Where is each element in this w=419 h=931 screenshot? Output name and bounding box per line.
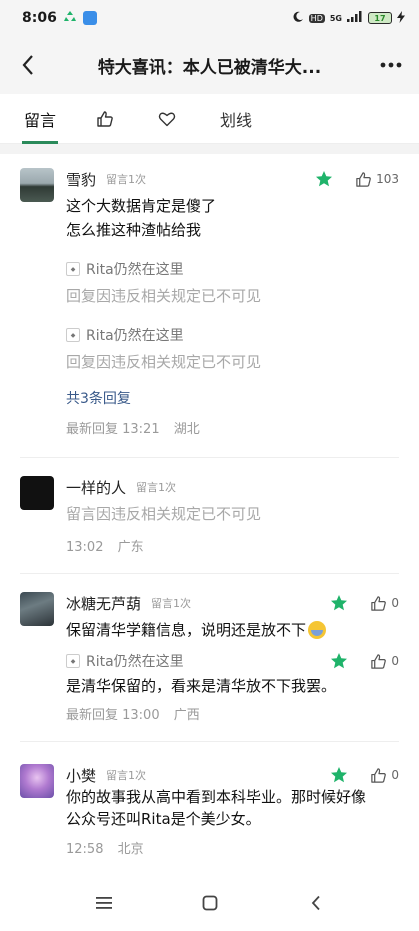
charging-icon: [397, 10, 405, 26]
like-icon[interactable]: [370, 595, 387, 612]
commenter-name[interactable]: 冰糖无芦葫: [66, 593, 141, 614]
page-title: 特大喜讯：本人已被清华大...: [97, 57, 322, 78]
comment-item: 冰糖无芦葫 留言1次 0 保留清华学籍信息，说明还是放不下 ◆ Rita仍然在这…: [0, 574, 419, 742]
hamburger-icon: [95, 897, 112, 909]
comment-count-tag: 留言1次: [106, 769, 147, 782]
home-button[interactable]: [195, 888, 225, 918]
like-icon[interactable]: [370, 767, 387, 784]
more-options-button[interactable]: [379, 62, 403, 68]
tab-highlight[interactable]: 划线: [220, 94, 252, 144]
heart-icon: [158, 112, 176, 126]
comment-location: 广西: [173, 708, 200, 723]
comment-item: 小樊 留言1次 0 你的故事我从高中看到本科毕业。那时候好像 公众号还叫Rita…: [0, 742, 419, 857]
comment-location: 湖北: [173, 422, 200, 437]
network-label: 5G: [329, 13, 342, 23]
avatar[interactable]: [20, 592, 54, 626]
star-icon[interactable]: [330, 652, 348, 670]
moon-icon: [292, 11, 304, 26]
commenter-name[interactable]: 一样的人: [66, 477, 126, 498]
comment-line: 这个大数据肯定是傻了: [66, 197, 217, 215]
comment-location: 北京: [117, 842, 144, 857]
comment-text: 你的故事我从高中看到本科毕业。那时候好像 公众号还叫Rita是个美少女。: [66, 786, 399, 830]
system-back-button[interactable]: [301, 888, 331, 918]
comment-count-tag: 留言1次: [106, 173, 147, 186]
comment-line: 怎么推这种渣帖给我: [66, 221, 202, 239]
tab-favorites[interactable]: [158, 94, 176, 144]
reply-item: ◆ Rita仍然在这里 回复因违反相关规定已不可见: [66, 258, 399, 308]
comment-meta: 最新回复 13:21 湖北: [66, 418, 399, 437]
system-nav-bar: [0, 875, 419, 931]
reply-author[interactable]: Rita仍然在这里: [86, 259, 184, 279]
star-icon[interactable]: [330, 594, 348, 612]
comment-count-tag: 留言1次: [151, 597, 192, 610]
reply-author[interactable]: Rita仍然在这里: [86, 651, 184, 671]
reply-avatar: ◆: [66, 654, 80, 668]
comment-count-tag: 留言1次: [136, 481, 177, 494]
back-button[interactable]: [16, 53, 40, 77]
reply-item: ◆ Rita仍然在这里 0 是清华保留的，看来是清华放不下我罢。: [66, 650, 399, 698]
signal-icon: [347, 11, 363, 25]
comment-text: 这个大数据肯定是傻了 怎么推这种渣帖给我: [66, 194, 399, 242]
comment-time: 12:58: [66, 842, 104, 857]
more-dots-icon: [380, 62, 402, 68]
chevron-left-icon: [22, 55, 33, 75]
tab-likes[interactable]: [96, 94, 114, 144]
reply-author[interactable]: Rita仍然在这里: [86, 325, 184, 345]
recycle-icon: [63, 9, 77, 27]
star-icon[interactable]: [330, 766, 348, 784]
comment-line: 你的故事我从高中看到本科毕业。那时候好像: [66, 788, 367, 806]
comment-line: 公众号还叫Rita是个美少女。: [66, 810, 261, 828]
like-count: 0: [391, 654, 399, 668]
comment-text: 保留清华学籍信息，说明还是放不下: [66, 618, 399, 642]
reply-text: 回复因违反相关规定已不可见: [66, 287, 262, 305]
status-bar: 8:06 HD 5G 17: [0, 0, 419, 36]
emoji-icon: [308, 621, 327, 639]
avatar[interactable]: [20, 764, 54, 798]
tab-comments[interactable]: 留言: [22, 94, 58, 144]
section-divider: [0, 144, 419, 154]
thumbs-up-icon: [97, 110, 113, 127]
reply-avatar: ◆: [66, 328, 80, 342]
comment-line: 保留清华学籍信息，说明还是放不下: [66, 621, 307, 639]
comment-meta: 最新回复 13:00 广西: [66, 704, 399, 723]
reply-text: 是清华保留的，看来是清华放不下我罢。: [66, 677, 337, 695]
comment-meta: 13:02 广东: [66, 536, 399, 555]
view-more-replies-link[interactable]: 共3条回复: [66, 388, 399, 408]
star-icon[interactable]: [315, 170, 333, 188]
menu-button[interactable]: [89, 888, 119, 918]
top-bar: 特大喜讯：本人已被清华大...: [0, 36, 419, 94]
like-count: 0: [391, 596, 399, 610]
comment-item: 一样的人 留言1次 留言因违反相关规定已不可见 13:02 广东: [0, 458, 419, 574]
tab-bar: 留言 划线: [0, 94, 419, 144]
commenter-name[interactable]: 小樊: [66, 765, 96, 786]
square-icon: [202, 895, 217, 911]
avatar[interactable]: [20, 476, 54, 510]
comment-time: 最新回复 13:21: [66, 422, 160, 437]
like-count: 103: [376, 172, 399, 186]
reply-item: ◆ Rita仍然在这里 回复因违反相关规定已不可见: [66, 324, 399, 374]
avatar[interactable]: [20, 168, 54, 202]
like-count: 0: [391, 768, 399, 782]
like-icon[interactable]: [370, 653, 387, 670]
hd-badge: HD: [308, 13, 325, 23]
comment-location: 广东: [117, 540, 144, 555]
comment-text: 留言因违反相关规定已不可见: [66, 505, 262, 523]
reply-avatar: ◆: [66, 262, 80, 276]
app-notification-icon: [82, 11, 97, 25]
like-icon[interactable]: [355, 171, 372, 188]
comment-meta: 12:58 北京: [66, 838, 399, 857]
chevron-left-icon: [311, 895, 320, 911]
commenter-name[interactable]: 雪豹: [66, 169, 96, 190]
status-time: 8:06: [22, 10, 57, 26]
reply-text: 回复因违反相关规定已不可见: [66, 353, 262, 371]
comment-item: 雪豹 留言1次 103 这个大数据肯定是傻了 怎么推这种渣帖给我 ◆ Rita仍…: [0, 154, 419, 458]
battery-icon: 17: [368, 12, 392, 24]
comment-time: 13:02: [66, 540, 104, 555]
comment-time: 最新回复 13:00: [66, 708, 160, 723]
